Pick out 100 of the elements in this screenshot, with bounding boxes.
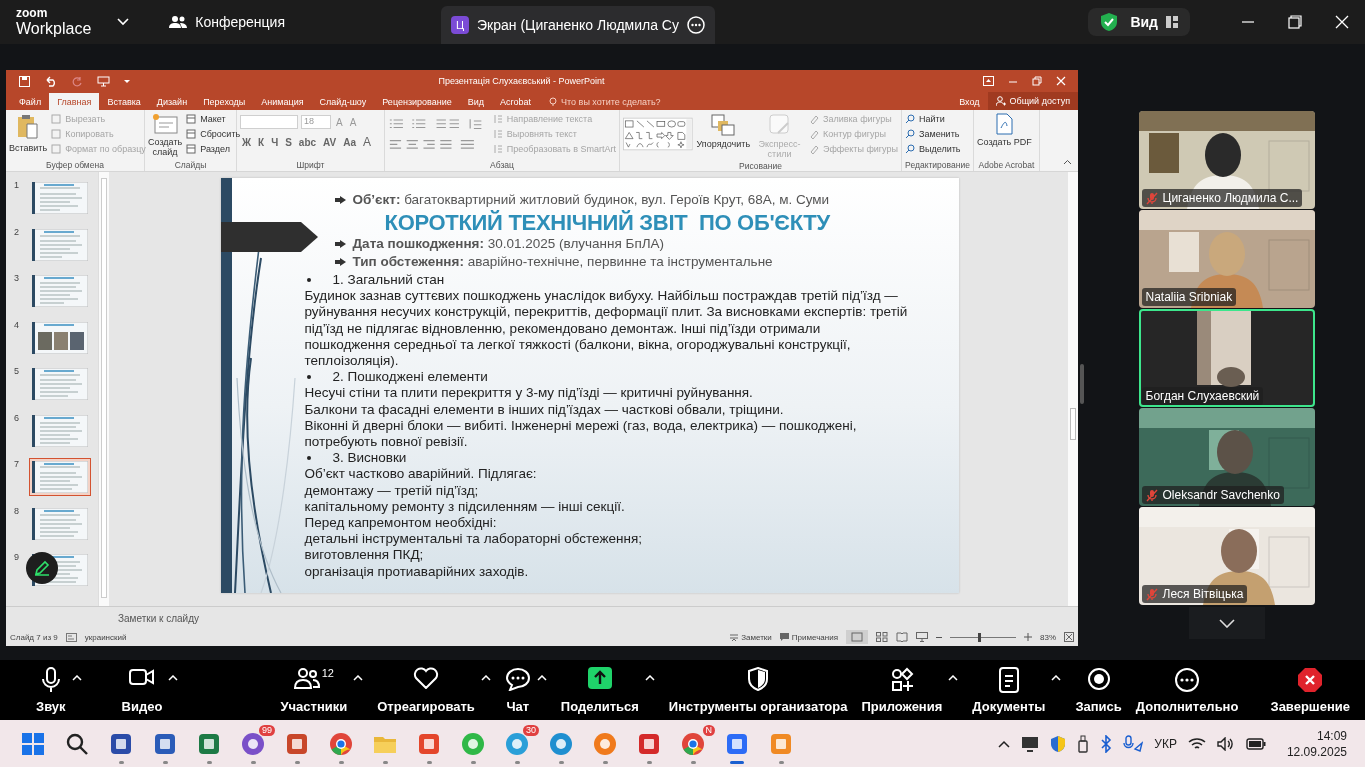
shield-icon[interactable] [1100,12,1119,32]
monitor-icon[interactable] [1021,735,1040,752]
slide-thumbnail[interactable] [29,179,91,217]
font-color-button[interactable]: A [361,135,374,149]
ribbon-tab[interactable]: Слайд-шоу [311,93,375,110]
format-button[interactable]: Aa [341,136,359,148]
slideshow-icon[interactable] [916,632,928,642]
ribbon-tab[interactable]: Файл [11,93,50,110]
ribbon-command[interactable]: Раздел [186,143,241,155]
meeting-tab[interactable]: Конференция [163,7,291,37]
format-button[interactable]: AV [321,136,339,148]
video-tile[interactable]: Богдан Слухаевский [1138,309,1315,407]
ribbon-command[interactable]: Макет [186,113,241,125]
round-app-icon[interactable] [680,730,706,757]
wifi-icon[interactable] [1187,736,1206,751]
create-pdf-button[interactable]: Создать PDF [977,113,1032,148]
usb-icon[interactable] [1077,734,1090,753]
format-button[interactable]: S [283,136,294,148]
zoom-percent[interactable]: 83% [1040,632,1056,642]
scrollbar[interactable] [98,172,109,606]
video-tile[interactable]: Циганенко Людмила С... [1138,111,1315,209]
reading-view-icon[interactable] [896,632,908,642]
record-button[interactable]: Запись [1075,666,1122,714]
caret-up-icon[interactable] [168,674,179,681]
video-button[interactable]: Видео [121,666,163,714]
scroll-thumb[interactable] [101,178,107,598]
font-name-field[interactable] [240,115,298,129]
slide-thumbnail[interactable] [29,458,91,496]
tell-me-field[interactable]: Что вы хотите сделать? [549,93,661,110]
format-button[interactable]: К [256,136,267,148]
ribbon-tab[interactable]: Рецензирование [374,93,460,110]
chevron-down-icon[interactable] [117,18,130,26]
restore-icon[interactable] [1288,15,1302,29]
ribbon-tab[interactable]: Вид [459,93,493,110]
share-button[interactable]: Общий доступ [987,92,1078,110]
format-button[interactable]: Ч [269,136,281,148]
battery-icon[interactable] [1245,737,1266,750]
undo-icon[interactable] [44,75,58,87]
format-button[interactable]: Ж [240,136,254,148]
chat-button[interactable]: Чат [504,666,531,714]
language-label[interactable]: украинский [84,632,127,642]
ribbon-command[interactable]: Найти [905,113,961,125]
ribbon-command[interactable]: Сбросить [186,128,241,140]
ribbon-tab[interactable]: Вставка [99,93,149,110]
notes-button[interactable]: Заметки [730,632,772,642]
language-indicator[interactable]: УКР [1154,736,1177,751]
fit-slide-icon[interactable] [1064,632,1074,642]
caret-up-icon[interactable] [644,674,655,681]
microphone-icon[interactable] [1123,734,1144,753]
close-icon[interactable] [1335,15,1349,29]
ribbon-display-icon[interactable] [983,76,994,86]
caret-up-icon[interactable] [71,674,82,681]
dropdown-icon[interactable] [124,78,130,84]
start-icon[interactable] [20,730,46,757]
slide-thumbnail[interactable] [29,272,91,310]
collapse-ribbon-icon[interactable] [1063,159,1072,165]
notes-placeholder[interactable]: Заметки к слайду [118,612,199,624]
clock-date[interactable]: 12.09.2025 [1286,743,1347,760]
ribbon-tab[interactable]: Анимация [253,93,312,110]
apps-button[interactable]: Приложения [861,666,943,714]
ribbon-tab[interactable]: Acrobat [492,93,540,110]
caret-up-icon[interactable] [536,674,547,681]
spelling-icon[interactable] [65,632,77,642]
docs-button[interactable]: Документы [972,666,1046,714]
ribbon-tab[interactable]: Переходы [195,93,254,110]
chevron-up-icon[interactable] [998,739,1011,748]
scrollbar[interactable] [1068,172,1078,606]
caret-up-icon[interactable] [480,674,491,681]
view-button[interactable]: Вид [1130,14,1178,30]
scroll-thumb[interactable] [1070,408,1076,440]
participants-button[interactable]: 12 Участники [280,666,348,714]
screen-share-tab[interactable]: Ц Экран (Циганенко Людмила Су [441,6,715,44]
ribbon-tab[interactable]: Дизайн [148,93,196,110]
comments-button[interactable]: Примечания [779,632,838,642]
slideshow-icon[interactable] [97,75,110,87]
caret-up-icon[interactable] [1051,674,1062,681]
save-icon[interactable] [19,75,30,87]
video-tile[interactable]: Nataliia Sribniak [1138,210,1315,308]
video-tile[interactable]: Oleksandr Savchenko [1138,408,1315,506]
caret-up-icon[interactable] [948,674,959,681]
arrange-button[interactable]: Упорядочить [696,113,751,150]
format-button[interactable]: abc [296,136,319,148]
video-tile[interactable]: Леся Вітвіцька [1138,507,1315,605]
slide-sorter-icon[interactable] [876,632,888,642]
ribbon-tab[interactable]: Главная [49,93,100,110]
slide-thumbnail[interactable] [29,365,91,403]
react-button[interactable]: Отреагировать [377,666,475,714]
ribbon-command[interactable]: Выделить [905,143,961,155]
clock-time[interactable]: 14:09 [1316,727,1347,744]
sign-in-link[interactable]: Вход [951,93,988,110]
zoom-in-icon[interactable] [1024,633,1032,641]
ribbon-command[interactable]: Заменить [905,128,961,140]
volume-icon[interactable] [1216,736,1235,751]
round-app-icon[interactable] [328,730,354,757]
mic-button[interactable]: Звук [36,666,66,714]
caret-up-icon[interactable] [353,674,364,681]
more-icon[interactable] [686,16,705,34]
new-slide-button[interactable]: Создать слайд [148,113,183,158]
round-app-icon[interactable] [548,730,574,757]
bluetooth-icon[interactable] [1100,734,1113,753]
